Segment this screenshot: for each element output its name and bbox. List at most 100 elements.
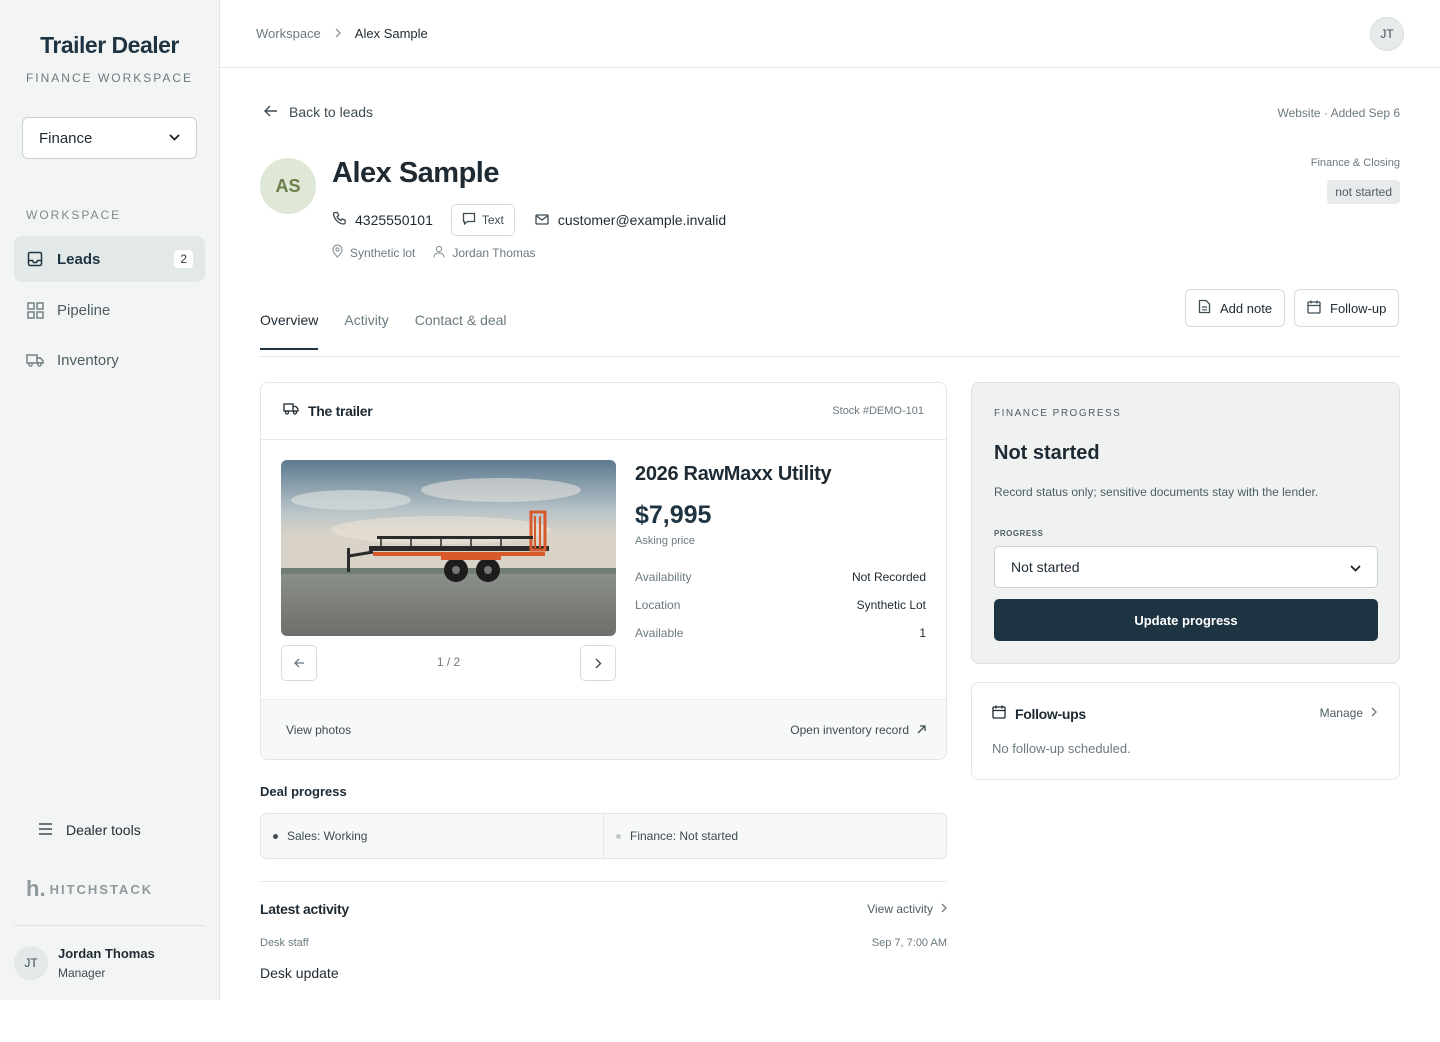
nav-section-label: WORKSPACE	[26, 208, 122, 222]
arrow-left-icon	[264, 104, 278, 120]
message-icon	[462, 212, 476, 228]
next-photo-button[interactable]	[580, 645, 616, 681]
dealer-tools-button[interactable]: Dealer tools	[38, 822, 141, 838]
photo-counter: 1 / 2	[436, 655, 461, 669]
tabs-divider	[260, 356, 1400, 357]
tab-activity[interactable]: Activity	[344, 312, 388, 350]
tab-contact-deal[interactable]: Contact & deal	[415, 312, 507, 350]
lead-tabs: Overview Activity Contact & deal	[260, 312, 533, 350]
sidebar-item-label: Pipeline	[57, 301, 111, 319]
deal-progress-title: Deal progress	[260, 784, 347, 799]
text-button[interactable]: Text	[450, 204, 515, 236]
spec-value: Synthetic Lot	[856, 598, 926, 612]
trailer-card-title: The trailer	[308, 403, 373, 419]
sidebar-item-label: Leads	[57, 250, 101, 268]
spec-row-availability: Availability Not Recorded	[635, 570, 926, 584]
vendor-logo-name: HITCHSTACK	[49, 881, 154, 897]
phone-icon	[332, 211, 347, 229]
brand-subtitle: FINANCE WORKSPACE	[25, 71, 194, 85]
progress-select[interactable]: Not started	[994, 546, 1378, 588]
section-divider	[260, 881, 947, 882]
sidebar-item-leads[interactable]: Leads 2	[14, 236, 205, 282]
follow-up-label: Follow-up	[1330, 300, 1387, 316]
spec-row-available: Available 1	[635, 626, 926, 640]
brand-title: Trailer Dealer	[40, 32, 179, 58]
follow-ups-card: Follow-ups Manage No follow-up scheduled…	[971, 682, 1400, 780]
inbox-icon	[26, 250, 44, 268]
workspace-select[interactable]: Finance	[22, 117, 197, 159]
vendor-logo-mark: h.	[26, 876, 46, 901]
follow-ups-title: Follow-ups	[992, 705, 1086, 722]
view-activity-link[interactable]: View activity	[867, 902, 947, 916]
deal-progress-label: Finance: Not started	[630, 829, 739, 843]
phone-link[interactable]: 4325550101	[332, 211, 433, 229]
breadcrumb-workspace[interactable]: Workspace	[256, 26, 321, 41]
trailer-card: The trailer Stock #DEMO-101 1 / 2 2026 R…	[260, 382, 947, 760]
back-to-leads-link[interactable]: Back to leads	[264, 104, 373, 120]
chevron-right-icon	[941, 902, 947, 916]
open-inventory-record-link[interactable]: Open inventory record	[790, 723, 926, 737]
vendor-logo: h. HITCHSTACK	[26, 876, 153, 902]
add-note-button[interactable]: Add note	[1185, 289, 1286, 327]
update-progress-button[interactable]: Update progress	[994, 599, 1378, 641]
open-record-label: Open inventory record	[790, 722, 909, 737]
current-user[interactable]: JT Jordan Thomas Manager	[14, 946, 155, 980]
topbar: Workspace Alex Sample JT	[220, 0, 1440, 68]
lead-avatar: AS	[260, 158, 316, 214]
finance-progress-card: FINANCE PROGRESS Not started Record stat…	[971, 382, 1400, 664]
note-icon	[1198, 299, 1211, 317]
spec-row-location: Location Synthetic Lot	[635, 598, 926, 612]
account-avatar[interactable]: JT	[1370, 17, 1404, 51]
finance-note: Record status only; sensitive documents …	[994, 485, 1319, 499]
manage-label: Manage	[1319, 706, 1363, 720]
manage-follow-ups-link[interactable]: Manage	[1320, 706, 1377, 720]
sidebar-item-inventory[interactable]: Inventory	[14, 337, 205, 383]
view-activity-label: View activity	[867, 902, 933, 916]
stock-number: Stock #DEMO-101	[832, 405, 924, 417]
email-link[interactable]: customer@example.invalid	[535, 212, 726, 228]
finance-progress-label: FINANCE PROGRESS	[994, 408, 1122, 419]
sidebar-item-label: Inventory	[57, 351, 119, 369]
sidebar-divider	[14, 925, 205, 926]
progress-select-value: Not started	[1011, 559, 1080, 575]
user-role: Manager	[58, 966, 106, 980]
lead-location: Synthetic lot	[350, 245, 416, 260]
chevron-right-icon	[595, 658, 601, 668]
status-dot	[616, 833, 621, 839]
dealer-tools-label: Dealer tools	[66, 822, 141, 838]
chevron-down-icon	[169, 132, 180, 144]
calendar-icon	[1307, 300, 1321, 317]
breadcrumb: Workspace Alex Sample	[256, 26, 428, 41]
phone-number: 4325550101	[355, 212, 433, 228]
status-badge: not started	[1327, 180, 1400, 204]
trailer-photo[interactable]	[281, 460, 616, 636]
activity-timestamp: Sep 7, 7:00 AM	[871, 937, 947, 949]
view-photos-link[interactable]: View photos	[286, 723, 351, 737]
status-dot	[273, 833, 278, 839]
external-link-icon	[917, 723, 926, 737]
user-name: Jordan Thomas	[58, 946, 155, 961]
back-label: Back to leads	[289, 104, 374, 120]
sidebar-item-pipeline[interactable]: Pipeline	[14, 287, 205, 333]
mail-icon	[535, 212, 549, 228]
breadcrumb-current: Alex Sample	[354, 26, 428, 41]
follow-up-button[interactable]: Follow-up	[1294, 289, 1400, 327]
email-address: customer@example.invalid	[557, 212, 727, 228]
page-title: Alex Sample	[332, 157, 499, 189]
menu-icon	[38, 822, 53, 838]
lead-source: Website · Added Sep 6	[1277, 106, 1400, 120]
leads-count-badge: 2	[174, 250, 193, 268]
text-button-label: Text	[481, 213, 504, 227]
spec-value: Not Recorded	[851, 570, 926, 584]
chevron-down-icon	[1350, 559, 1361, 575]
avatar: JT	[14, 946, 48, 980]
trailer-card-footer: View photos Open inventory record	[261, 699, 946, 759]
chevron-right-icon	[335, 26, 341, 41]
asking-price-label: Asking price	[635, 535, 695, 547]
finance-status: Not started	[994, 442, 1100, 464]
tab-overview[interactable]: Overview	[260, 312, 319, 350]
sidebar: Trailer Dealer FINANCE WORKSPACE Finance…	[0, 0, 220, 1000]
spec-value: 1	[919, 626, 926, 640]
truck-icon	[26, 351, 44, 369]
deal-progress: Sales: Working Finance: Not started	[260, 813, 947, 859]
